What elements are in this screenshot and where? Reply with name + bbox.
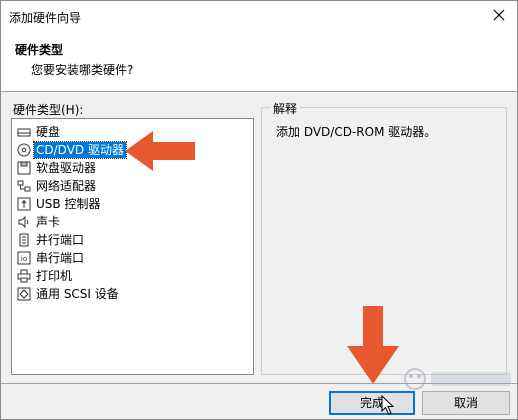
scsi-icon bbox=[17, 287, 31, 301]
hard-disk-icon bbox=[17, 125, 31, 139]
svg-text:io: io bbox=[21, 255, 27, 263]
parallel-port-icon bbox=[17, 233, 31, 247]
finish-button[interactable]: 完成 bbox=[329, 391, 415, 415]
list-item-cd-dvd[interactable]: CD/DVD 驱动器 bbox=[17, 141, 127, 159]
wizard-header: 硬件类型 您要安装哪类硬件? bbox=[1, 31, 517, 92]
page-title: 硬件类型 bbox=[15, 43, 64, 57]
list-item-serial-port[interactable]: io 串行端口 bbox=[17, 249, 86, 267]
usb-icon bbox=[17, 197, 31, 211]
annotation-arrow-left-icon bbox=[125, 131, 195, 171]
list-item-hard-disk[interactable]: 硬盘 bbox=[17, 123, 62, 141]
list-item-parallel-port[interactable]: 并行端口 bbox=[17, 231, 86, 249]
floppy-icon bbox=[17, 161, 31, 175]
list-item-network-adapter[interactable]: 网络适配器 bbox=[17, 177, 98, 195]
title-bar: 添加硬件向导 bbox=[1, 1, 517, 31]
annotation-arrow-down-icon bbox=[347, 306, 399, 384]
watermark-logo-icon bbox=[404, 368, 511, 390]
list-item-sound-card[interactable]: 声卡 bbox=[17, 213, 62, 231]
cd-dvd-icon bbox=[17, 143, 31, 157]
list-item-scsi-device[interactable]: 通用 SCSI 设备 bbox=[17, 285, 121, 303]
cancel-button[interactable]: 取消 bbox=[422, 391, 510, 415]
speaker-icon bbox=[17, 215, 31, 229]
mouse-cursor-icon bbox=[381, 395, 395, 415]
explanation-legend: 解释 bbox=[270, 100, 301, 117]
network-adapter-icon bbox=[17, 179, 31, 193]
explanation-text: 添加 DVD/CD-ROM 驱动器。 bbox=[276, 125, 437, 139]
hardware-type-label: 硬件类型(H): bbox=[13, 103, 84, 117]
list-item-floppy[interactable]: 软盘驱动器 bbox=[17, 159, 98, 177]
add-hardware-wizard-window: 添加硬件向导 硬件类型 您要安装哪类硬件? 硬件类型(H): 硬盘 CD/DVD… bbox=[0, 0, 518, 420]
serial-port-icon: io bbox=[17, 251, 31, 265]
list-item-usb-controller[interactable]: USB 控制器 bbox=[17, 195, 102, 213]
page-subtitle: 您要安装哪类硬件? bbox=[31, 63, 134, 77]
list-item-printer[interactable]: 打印机 bbox=[17, 267, 74, 285]
window-title: 添加硬件向导 bbox=[9, 11, 82, 25]
printer-icon bbox=[17, 269, 31, 283]
close-icon[interactable] bbox=[489, 5, 509, 25]
